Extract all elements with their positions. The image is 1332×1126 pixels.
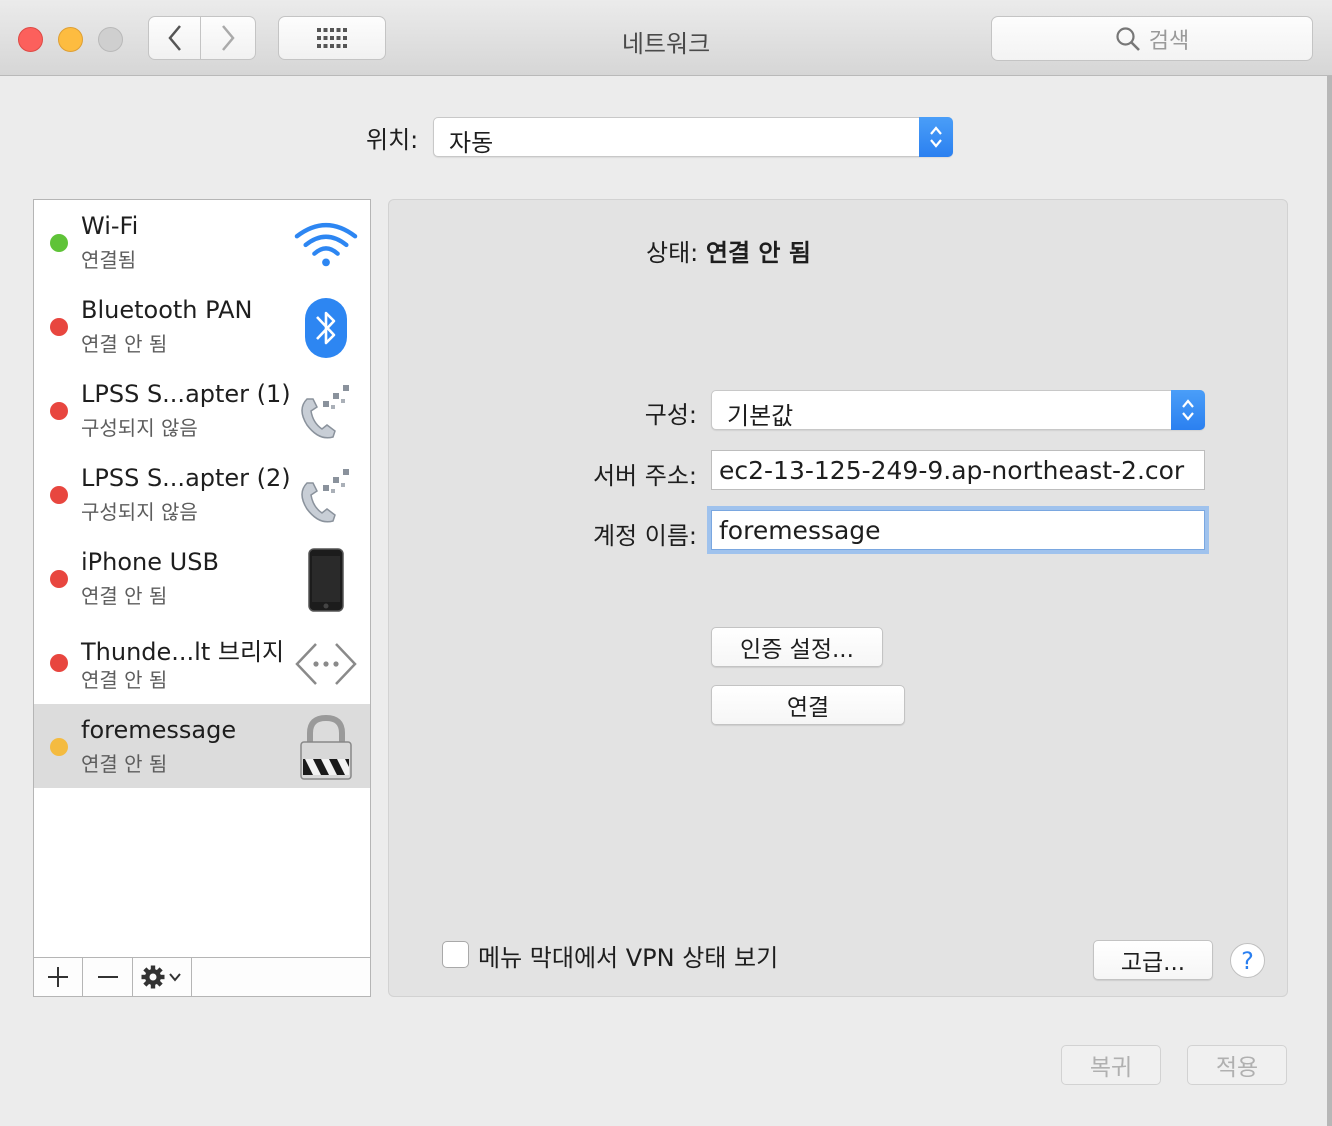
iphone-icon — [294, 548, 358, 612]
show-vpn-status-checkbox[interactable] — [442, 941, 469, 968]
detail-panel — [388, 199, 1288, 997]
updown-arrows-icon — [919, 117, 953, 157]
service-list: Wi-Fi 연결됨 Bluetooth PAN 연결 안 됨 LPSS S...… — [33, 199, 371, 997]
phone-modem-icon — [294, 380, 358, 444]
updown-arrows-icon — [1171, 390, 1205, 430]
status-dot-disconnected — [50, 486, 68, 504]
search-icon — [1116, 26, 1140, 51]
service-status: 구성되지 않음 — [81, 500, 198, 524]
server-address-label: 서버 주소: — [592, 462, 697, 490]
status-dot-disconnected — [50, 654, 68, 672]
help-button[interactable]: ? — [1230, 943, 1265, 978]
service-status: 연결 안 됨 — [81, 668, 168, 692]
service-status: 연결 안 됨 — [81, 332, 168, 356]
add-service-button[interactable] — [34, 958, 83, 996]
service-status: 연결 안 됨 — [81, 752, 168, 776]
configuration-value: 기본값 — [727, 402, 794, 430]
service-item-wifi[interactable]: Wi-Fi 연결됨 — [34, 200, 370, 284]
window-edge — [1327, 76, 1332, 1126]
remove-service-button[interactable] — [83, 958, 133, 996]
service-item-foremessage[interactable]: foremessage 연결 안 됨 — [34, 704, 370, 788]
account-name-field[interactable]: foremessage — [711, 510, 1205, 550]
phone-modem-icon — [294, 464, 358, 528]
service-item-thunderbolt-bridge[interactable]: Thunde...lt 브리지 연결 안 됨 — [34, 620, 370, 704]
status-value: 연결 안 됨 — [705, 239, 811, 267]
service-item-lpss-1[interactable]: LPSS S...apter (1) 구성되지 않음 — [34, 368, 370, 452]
location-popup[interactable]: 자동 — [433, 117, 953, 157]
minus-icon — [97, 976, 118, 978]
service-name: LPSS S...apter (2) — [81, 464, 291, 492]
service-name: LPSS S...apter (1) — [81, 380, 291, 408]
bluetooth-icon — [294, 296, 358, 360]
service-name: iPhone USB — [81, 548, 219, 576]
vpn-lock-icon — [294, 715, 358, 780]
status-dot-inactive — [50, 738, 68, 756]
connection-status: 상태: 연결 안 됨 — [646, 233, 811, 268]
gear-icon — [141, 965, 181, 989]
advanced-button[interactable]: 고급... — [1093, 940, 1213, 980]
account-name-label: 계정 이름: — [592, 522, 697, 550]
plus-icon — [48, 967, 68, 987]
service-name: foremessage — [81, 716, 237, 744]
location-label: 위치: — [366, 126, 419, 154]
service-item-lpss-2[interactable]: LPSS S...apter (2) 구성되지 않음 — [34, 452, 370, 536]
status-dot-disconnected — [50, 570, 68, 588]
server-address-field[interactable]: ec2-13-125-249-9.ap-northeast-2.cor — [711, 450, 1205, 490]
service-item-bluetooth-pan[interactable]: Bluetooth PAN 연결 안 됨 — [34, 284, 370, 368]
service-status: 연결됨 — [81, 248, 137, 272]
status-dot-connected — [50, 234, 68, 252]
authentication-settings-button[interactable]: 인증 설정... — [711, 627, 883, 667]
show-vpn-status-label: 메뉴 막대에서 VPN 상태 보기 — [478, 944, 779, 972]
apply-button[interactable]: 적용 — [1187, 1045, 1287, 1085]
bridge-icon — [294, 632, 358, 696]
service-list-toolbar — [34, 957, 370, 996]
status-label: 상태: — [646, 239, 699, 267]
service-name: Wi-Fi — [81, 212, 139, 240]
config-label: 구성: — [644, 401, 697, 429]
action-menu-button[interactable] — [133, 958, 192, 996]
search-placeholder: 검색 — [1148, 28, 1190, 54]
service-status: 연결 안 됨 — [81, 584, 168, 608]
service-name: Thunde...lt 브리지 — [81, 638, 285, 666]
service-status: 구성되지 않음 — [81, 416, 198, 440]
status-dot-disconnected — [50, 402, 68, 420]
search-field[interactable]: 검색 — [991, 16, 1313, 61]
configuration-popup[interactable]: 기본값 — [711, 390, 1205, 430]
wifi-icon — [294, 212, 358, 276]
location-value: 자동 — [449, 129, 494, 157]
title-bar: 네트워크 검색 — [0, 0, 1332, 76]
connect-button[interactable]: 연결 — [711, 685, 905, 725]
revert-button[interactable]: 복귀 — [1061, 1045, 1161, 1085]
service-name: Bluetooth PAN — [81, 296, 253, 324]
status-dot-disconnected — [50, 318, 68, 336]
service-item-iphone-usb[interactable]: iPhone USB 연결 안 됨 — [34, 536, 370, 620]
